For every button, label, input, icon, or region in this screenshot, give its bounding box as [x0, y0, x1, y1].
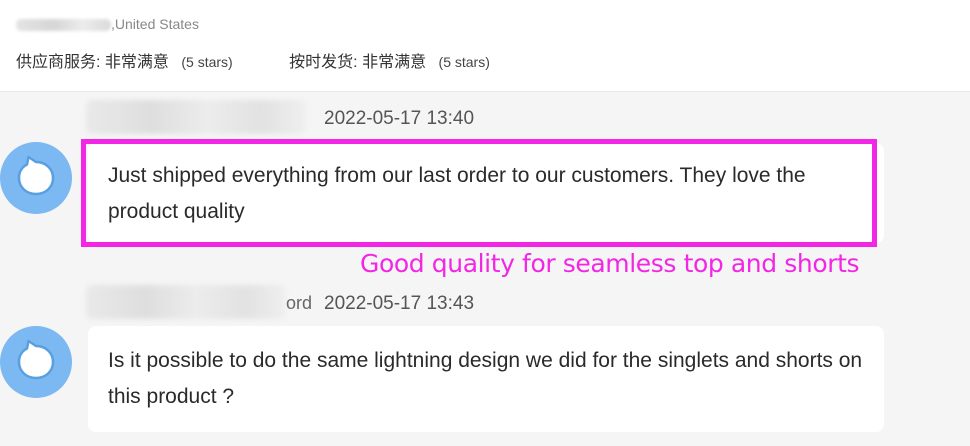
rating-value: 非常满意 [104, 54, 169, 71]
sender-avatar[interactable] [0, 326, 72, 398]
rating-on-time-shipping: 按时发货: 非常满意 (5 stars) [289, 48, 490, 72]
sender-name-suffix: ord [286, 293, 313, 313]
location-country: ,United States [111, 16, 199, 32]
rating-stars: (5 stars) [181, 54, 233, 70]
rating-stars: (5 stars) [438, 54, 490, 70]
blurred-reviewer-name [16, 19, 111, 32]
chat-bubble-avatar-icon [17, 339, 55, 380]
sender-avatar[interactable] [0, 142, 72, 214]
message-timestamp: 2022-05-17 13:40 [324, 108, 475, 129]
message-bubble: Is it possible to do the same lightning … [88, 326, 884, 432]
review-header: ,United States 供应商服务: 非常满意 (5 stars) 按时发… [0, 0, 970, 92]
annotation-text: Good quality for seamless top and shorts [360, 249, 860, 278]
rating-label: 供应商服务: [16, 54, 101, 71]
chat-bubble-avatar-icon [17, 155, 55, 196]
rating-label: 按时发货: [289, 54, 358, 71]
highlight-box [81, 139, 877, 247]
blurred-sender-name [86, 285, 286, 319]
rating-value: 非常满意 [362, 54, 427, 71]
message-text: Is it possible to do the same lightning … [108, 349, 863, 408]
message-timestamp: 2022-05-17 13:43 [324, 293, 475, 314]
blurred-sender-name [86, 100, 306, 134]
reviewer-location: ,United States [16, 16, 199, 32]
ratings-row: 供应商服务: 非常满意 (5 stars) 按时发货: 非常满意 (5 star… [16, 48, 542, 72]
rating-supplier-service: 供应商服务: 非常满意 (5 stars) [16, 48, 233, 72]
